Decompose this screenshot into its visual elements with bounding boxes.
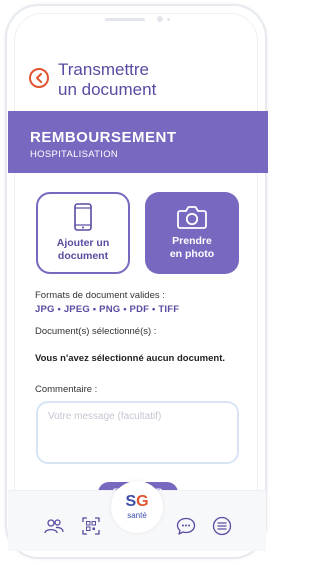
take-photo-label-2: en photo bbox=[169, 248, 215, 260]
menu-icon bbox=[212, 516, 232, 536]
sg-sante-logo[interactable]: SG santé bbox=[111, 481, 163, 533]
chat-icon bbox=[176, 517, 196, 535]
take-photo-label-1: Prendre bbox=[172, 235, 212, 247]
front-camera bbox=[157, 16, 163, 22]
selected-documents-label: Document(s) sélectionné(s) : bbox=[35, 326, 157, 337]
add-document-button[interactable]: Ajouter un document bbox=[36, 192, 130, 274]
tab-people[interactable] bbox=[43, 515, 65, 537]
category-banner: REMBOURSEMENT HOSPITALISATION bbox=[8, 111, 268, 173]
banner-title: REMBOURSEMENT bbox=[30, 129, 177, 146]
back-button[interactable] bbox=[29, 68, 49, 88]
page-title-line2: un document bbox=[58, 80, 157, 99]
chevron-left-icon bbox=[36, 73, 42, 83]
tab-menu[interactable] bbox=[211, 515, 233, 537]
formats-list: JPG • JPEG • PNG • PDF • TIFF bbox=[35, 304, 180, 315]
banner-subtitle: HOSPITALISATION bbox=[30, 149, 119, 160]
logo-letter-s: S bbox=[125, 493, 137, 510]
tab-qr-code[interactable] bbox=[80, 515, 102, 537]
camera-icon bbox=[177, 206, 207, 229]
add-document-label-2: document bbox=[57, 250, 109, 262]
logo-letter-g: G bbox=[136, 493, 149, 510]
smartphone-icon bbox=[74, 203, 92, 231]
comment-label: Commentaire : bbox=[35, 384, 98, 395]
qr-code-icon bbox=[82, 517, 100, 535]
front-sensor bbox=[167, 18, 170, 21]
people-icon bbox=[44, 519, 64, 534]
page-title-line1: Transmettre bbox=[58, 60, 150, 79]
comment-input[interactable] bbox=[36, 401, 239, 464]
formats-label: Formats de document valides : bbox=[35, 290, 165, 301]
no-document-message: Vous n'avez sélectionné aucun document. bbox=[35, 353, 226, 364]
take-photo-button[interactable]: Prendre en photo bbox=[145, 192, 239, 274]
tab-chat[interactable] bbox=[175, 515, 197, 537]
speaker-grille bbox=[105, 18, 145, 21]
page-title: Transmettre un document bbox=[58, 60, 218, 100]
add-document-label-1: Ajouter un bbox=[56, 237, 110, 249]
logo-sante-text: santé bbox=[127, 511, 147, 520]
logo-mark: SG bbox=[125, 494, 148, 510]
